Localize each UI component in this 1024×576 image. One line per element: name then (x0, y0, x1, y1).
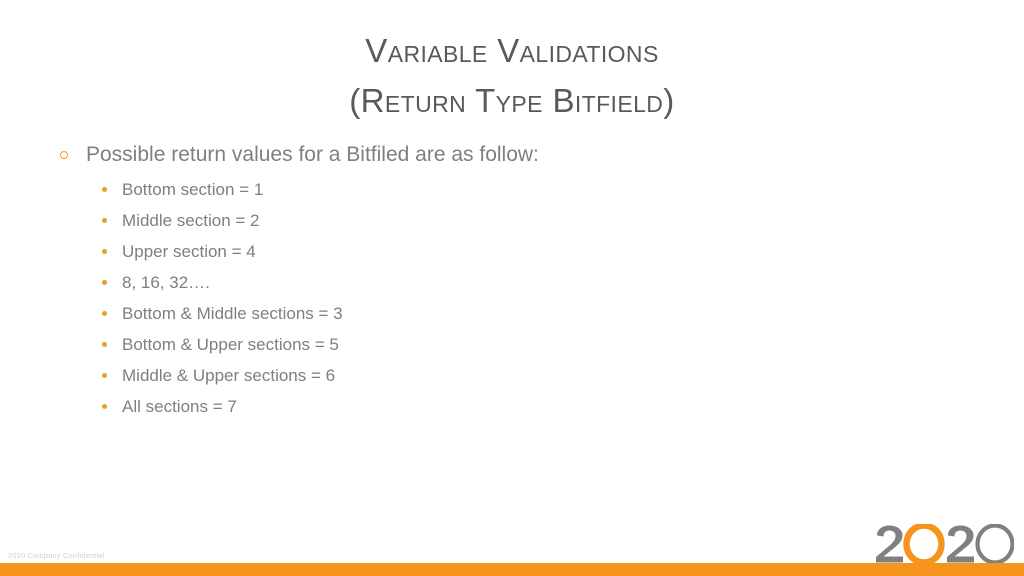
accent-bar (0, 563, 1024, 576)
filled-dot-bullet-icon (102, 373, 107, 378)
filled-dot-bullet-icon (102, 187, 107, 192)
filled-dot-bullet-icon (102, 218, 107, 223)
list-item-label: 8, 16, 32…. (122, 273, 210, 292)
list-item: Bottom & Middle sections = 3 (100, 298, 956, 329)
list-item: All sections = 7 (100, 391, 956, 422)
bullet-level1-label: Possible return values for a Bitfiled ar… (86, 143, 539, 166)
list-item: 8, 16, 32…. (100, 267, 956, 298)
filled-dot-bullet-icon (102, 311, 107, 316)
list-item-label: Middle section = 2 (122, 211, 260, 230)
list-item: Upper section = 4 (100, 236, 956, 267)
list-item-label: All sections = 7 (122, 397, 237, 416)
hollow-circle-bullet-icon (60, 151, 68, 159)
list-item-label: Upper section = 4 (122, 242, 256, 261)
bullet-level1: Possible return values for a Bitfiled ar… (56, 140, 956, 170)
list-item: Bottom & Upper sections = 5 (100, 329, 956, 360)
slide-title: Variable Validations (Return Type Bitfie… (0, 26, 1024, 126)
confidentiality-note: 2020 Company Confidential (8, 551, 105, 560)
filled-dot-bullet-icon (102, 404, 107, 409)
list-item-label: Middle & Upper sections = 6 (122, 366, 336, 385)
2020-logo (876, 524, 1014, 564)
slide-body: Possible return values for a Bitfiled ar… (56, 140, 956, 422)
bullet-level2-list: Bottom section = 1 Middle section = 2 Up… (56, 174, 956, 422)
list-item-label: Bottom & Upper sections = 5 (122, 335, 339, 354)
list-item: Middle & Upper sections = 6 (100, 360, 956, 391)
list-item: Bottom section = 1 (100, 174, 956, 205)
title-line-secondary: (Return Type Bitfield) (349, 82, 675, 119)
filled-dot-bullet-icon (102, 342, 107, 347)
list-item-label: Bottom & Middle sections = 3 (122, 304, 343, 323)
title-line-primary: Variable Validations (365, 32, 659, 69)
list-item: Middle section = 2 (100, 205, 956, 236)
filled-dot-bullet-icon (102, 280, 107, 285)
filled-dot-bullet-icon (102, 249, 107, 254)
list-item-label: Bottom section = 1 (122, 180, 264, 199)
